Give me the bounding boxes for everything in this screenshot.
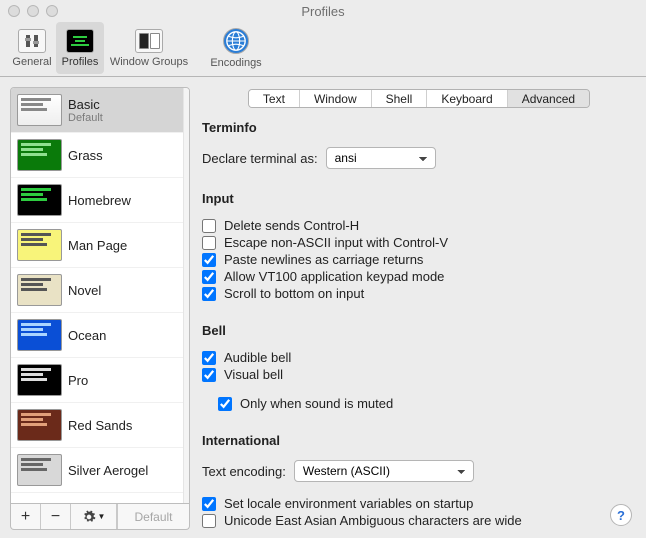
profile-item[interactable]: Grass xyxy=(11,133,183,178)
profile-item[interactable]: Novel xyxy=(11,268,183,313)
tab-advanced[interactable]: Advanced xyxy=(508,90,589,107)
profile-item[interactable]: Homebrew xyxy=(11,178,183,223)
input-option-label-1: Escape non-ASCII input with Control-V xyxy=(224,235,448,250)
profile-thumbnail xyxy=(17,319,62,351)
input-option-label-0: Delete sends Control-H xyxy=(224,218,359,233)
profile-thumbnail xyxy=(17,274,62,306)
main-content: BasicDefaultGrassHomebrewMan PageNovelOc… xyxy=(0,77,646,538)
profile-thumbnail xyxy=(17,454,62,486)
bell-option-label-1: Visual bell xyxy=(224,367,283,382)
text-encoding-label: Text encoding: xyxy=(202,464,286,479)
tab-text[interactable]: Text xyxy=(249,90,300,107)
profile-name: Homebrew xyxy=(68,193,131,208)
profile-item[interactable]: Ocean xyxy=(11,313,183,358)
toolbar-profiles[interactable]: Profiles xyxy=(56,22,104,74)
bell-option-label-0: Audible bell xyxy=(224,350,291,365)
declare-terminal-label: Declare terminal as: xyxy=(202,151,318,166)
toolbar-window-groups-label: Window Groups xyxy=(110,56,188,68)
tab-shell[interactable]: Shell xyxy=(372,90,428,107)
intl-option-checkbox-1[interactable] xyxy=(202,514,216,528)
profile-name: Red Sands xyxy=(68,418,132,433)
toolbar-encodings[interactable]: Encodings xyxy=(212,22,260,74)
profiles-list[interactable]: BasicDefault Grass Homebrew Man Page Novel Oc… xyxy=(11,88,183,503)
terminal-icon xyxy=(66,29,94,53)
globe-icon xyxy=(223,28,249,54)
intl-option-checkbox-0[interactable] xyxy=(202,497,216,511)
section-bell-title: Bell xyxy=(202,323,636,338)
profile-thumbnail xyxy=(17,229,62,261)
input-option-checkbox-3[interactable] xyxy=(202,270,216,284)
profile-actions-menu[interactable]: ▼ xyxy=(71,504,117,529)
bell-only-muted-checkbox[interactable] xyxy=(218,397,232,411)
input-option-checkbox-0[interactable] xyxy=(202,219,216,233)
profile-name: Silver Aerogel xyxy=(68,463,148,478)
input-option-label-2: Paste newlines as carriage returns xyxy=(224,252,423,267)
profile-settings-pane: TextWindowShellKeyboardAdvanced Terminfo… xyxy=(202,87,636,530)
profile-thumbnail xyxy=(17,409,62,441)
window-groups-icon xyxy=(135,29,163,53)
profile-thumbnail xyxy=(17,364,62,396)
switches-icon xyxy=(18,29,46,53)
input-option-label-4: Scroll to bottom on input xyxy=(224,286,364,301)
profile-item[interactable]: Man Page xyxy=(11,223,183,268)
input-option-checkbox-2[interactable] xyxy=(202,253,216,267)
input-option-label-3: Allow VT100 application keypad mode xyxy=(224,269,444,284)
add-profile-button[interactable]: + xyxy=(11,504,41,529)
profiles-sidebar: BasicDefaultGrassHomebrewMan PageNovelOc… xyxy=(10,87,190,530)
toolbar-window-groups[interactable]: Window Groups xyxy=(104,22,194,74)
bell-only-muted-label: Only when sound is muted xyxy=(240,396,393,411)
text-encoding-select[interactable]: Western (ASCII) xyxy=(294,460,474,482)
window-title: Profiles xyxy=(0,4,646,19)
profile-thumbnail xyxy=(17,139,62,171)
titlebar: Profiles xyxy=(0,0,646,22)
section-terminfo-title: Terminfo xyxy=(202,120,636,135)
profile-name: Ocean xyxy=(68,328,106,343)
input-option-checkbox-4[interactable] xyxy=(202,287,216,301)
prefs-toolbar: General Profiles Window Groups Encodings xyxy=(0,22,646,77)
profile-item[interactable]: Pro xyxy=(11,358,183,403)
sidebar-footer: + − ▼ Default xyxy=(10,504,190,530)
bell-option-checkbox-0[interactable] xyxy=(202,351,216,365)
profile-subtitle: Default xyxy=(68,112,103,124)
profile-thumbnail xyxy=(17,94,62,126)
profile-name: Pro xyxy=(68,373,88,388)
section-input-title: Input xyxy=(202,191,636,206)
intl-option-label-0: Set locale environment variables on star… xyxy=(224,496,473,511)
profile-name: Basic xyxy=(68,97,103,112)
toolbar-general-label: General xyxy=(12,56,51,68)
gear-icon xyxy=(82,510,96,524)
scrollbar[interactable] xyxy=(183,88,189,503)
remove-profile-button[interactable]: − xyxy=(41,504,71,529)
tab-window[interactable]: Window xyxy=(300,90,372,107)
bell-option-checkbox-1[interactable] xyxy=(202,368,216,382)
profile-name: Novel xyxy=(68,283,101,298)
profile-item[interactable]: BasicDefault xyxy=(11,88,183,133)
help-button[interactable]: ? xyxy=(610,504,632,526)
profile-thumbnail xyxy=(17,184,62,216)
profile-item[interactable]: Red Sands xyxy=(11,403,183,448)
intl-option-label-1: Unicode East Asian Ambiguous characters … xyxy=(224,513,522,528)
section-international-title: International xyxy=(202,433,636,448)
profile-item[interactable]: Silver Aerogel xyxy=(11,448,183,493)
settings-tabs: TextWindowShellKeyboardAdvanced xyxy=(248,89,590,108)
profile-name: Grass xyxy=(68,148,103,163)
declare-terminal-select[interactable]: ansi xyxy=(326,147,436,169)
input-option-checkbox-1[interactable] xyxy=(202,236,216,250)
set-default-button[interactable]: Default xyxy=(117,504,189,529)
toolbar-general[interactable]: General xyxy=(8,22,56,74)
chevron-down-icon: ▼ xyxy=(98,512,106,521)
toolbar-encodings-label: Encodings xyxy=(210,57,261,69)
tab-keyboard[interactable]: Keyboard xyxy=(427,90,507,107)
profile-name: Man Page xyxy=(68,238,127,253)
toolbar-profiles-label: Profiles xyxy=(62,56,99,68)
